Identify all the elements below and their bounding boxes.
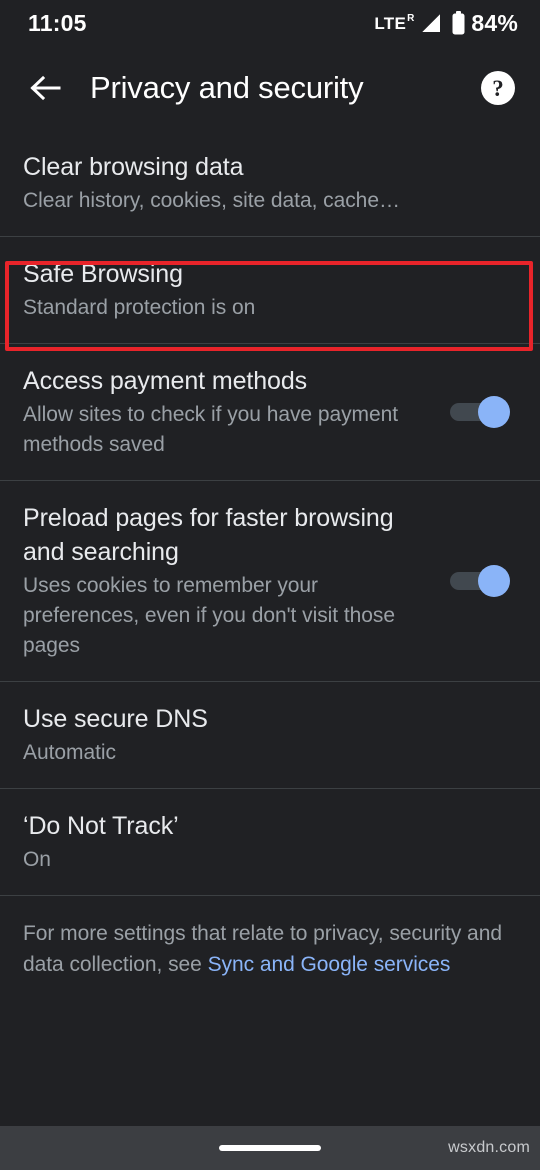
- toggle-access-payment-methods[interactable]: [450, 396, 512, 428]
- help-icon: ?: [481, 71, 515, 105]
- setting-row-safe-browsing[interactable]: Safe Browsing Standard protection is on: [0, 237, 540, 343]
- setting-subtitle: Allow sites to check if you have payment…: [23, 403, 399, 456]
- back-button[interactable]: [22, 65, 68, 111]
- network-type: LTE R: [374, 12, 415, 33]
- setting-subtitle: On: [23, 848, 51, 871]
- sync-and-google-services-link[interactable]: Sync and Google services: [208, 953, 451, 976]
- setting-title: Preload pages for faster browsing and se…: [23, 504, 394, 566]
- setting-subtitle: Automatic: [23, 741, 116, 764]
- battery-icon: [452, 11, 465, 35]
- network-label: LTE: [374, 13, 407, 33]
- roaming-indicator: R: [407, 12, 415, 24]
- setting-row-preload-pages[interactable]: Preload pages for faster browsing and se…: [0, 481, 540, 681]
- setting-title: ‘Do Not Track’: [23, 812, 179, 840]
- setting-row-access-payment-methods[interactable]: Access payment methods Allow sites to ch…: [0, 344, 540, 480]
- home-gesture-pill[interactable]: [219, 1145, 321, 1151]
- row-text: Clear browsing data Clear history, cooki…: [23, 150, 516, 216]
- setting-title: Use secure DNS: [23, 705, 208, 733]
- phone-screen: 11:05 LTE R 84% Privacy and security ? C…: [0, 0, 540, 1170]
- back-arrow-icon: [30, 75, 61, 101]
- page-title: Privacy and security: [90, 70, 364, 105]
- setting-row-use-secure-dns[interactable]: Use secure DNS Automatic: [0, 682, 540, 788]
- setting-row-do-not-track[interactable]: ‘Do Not Track’ On: [0, 789, 540, 895]
- status-bar: 11:05 LTE R 84%: [0, 0, 540, 46]
- row-text: ‘Do Not Track’ On: [23, 809, 516, 875]
- toggle-thumb: [478, 565, 510, 597]
- footer-note: For more settings that relate to privacy…: [0, 896, 540, 1000]
- settings-list: Clear browsing data Clear history, cooki…: [0, 130, 540, 1126]
- row-text: Use secure DNS Automatic: [23, 702, 516, 768]
- setting-subtitle: Uses cookies to remember your preference…: [23, 574, 395, 657]
- setting-title: Clear browsing data: [23, 153, 244, 181]
- setting-subtitle: Clear history, cookies, site data, cache…: [23, 189, 400, 212]
- setting-title: Access payment methods: [23, 367, 308, 395]
- toggle-thumb: [478, 396, 510, 428]
- row-text: Access payment methods Allow sites to ch…: [23, 364, 450, 460]
- status-icons: LTE R 84%: [374, 10, 518, 37]
- status-time: 11:05: [28, 9, 87, 36]
- watermark: wsxdn.com: [448, 1139, 530, 1156]
- battery-percent: 84%: [471, 9, 518, 36]
- row-text: Safe Browsing Standard protection is on: [23, 257, 516, 323]
- system-navigation-bar: wsxdn.com: [0, 1126, 540, 1170]
- setting-subtitle: Standard protection is on: [23, 296, 256, 319]
- help-button[interactable]: ?: [474, 64, 522, 112]
- signal-icon: [419, 12, 443, 34]
- app-bar: Privacy and security ?: [0, 46, 540, 130]
- setting-row-clear-browsing-data[interactable]: Clear browsing data Clear history, cooki…: [0, 130, 540, 236]
- toggle-preload-pages[interactable]: [450, 565, 512, 597]
- setting-title: Safe Browsing: [23, 260, 183, 288]
- row-text: Preload pages for faster browsing and se…: [23, 501, 450, 661]
